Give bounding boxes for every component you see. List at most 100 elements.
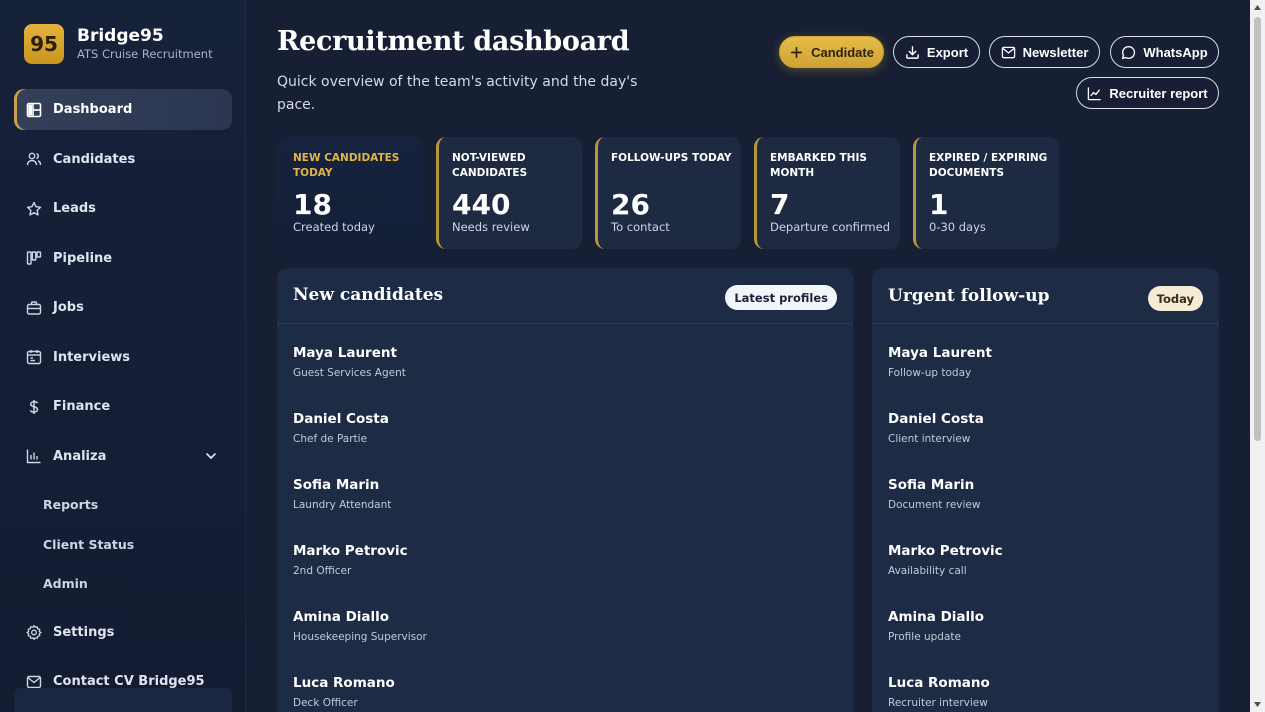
sidebar-item-label: Analiza <box>53 448 107 464</box>
stat-card-new-candidates[interactable]: New candidates today 18 Created today <box>277 137 423 249</box>
add-candidate-label: Candidate <box>811 44 874 60</box>
sidebar-subitem-client-status[interactable]: Client Status <box>14 525 232 565</box>
sidebar-item-label: Jobs <box>53 300 84 315</box>
followup-task: Document review <box>888 499 981 511</box>
stat-label: New candidates today <box>293 152 400 179</box>
sidebar-item-label: Settings <box>53 624 115 640</box>
stat-value: 1 <box>929 188 949 221</box>
candidate-row[interactable]: Luca Romano Deck Officer <box>293 674 395 710</box>
stat-value: 7 <box>770 188 790 221</box>
panel-title: Urgent follow-up <box>888 286 1050 306</box>
candidate-name: Sofia Marin <box>293 477 380 493</box>
new-candidates-panel: New candidates Latest profiles Maya Laur… <box>277 268 853 712</box>
sidebar-subitem-reports[interactable]: Reports <box>14 485 232 525</box>
whatsapp-label: WhatsApp <box>1143 44 1208 60</box>
followup-row[interactable]: Sofia Marin Document review <box>888 476 980 512</box>
latest-profiles-badge[interactable]: Latest profiles <box>725 285 837 310</box>
followup-name: Luca Romano <box>888 675 990 691</box>
line-chart-icon <box>1088 86 1101 100</box>
followup-task: Client interview <box>888 433 971 445</box>
mail-icon <box>1001 46 1015 58</box>
gear-icon <box>26 624 42 640</box>
followup-task: Profile update <box>888 631 961 643</box>
sidebar-item-settings[interactable]: Settings <box>14 612 232 653</box>
candidate-row[interactable]: Amina Diallo Housekeeping Supervisor <box>293 608 427 644</box>
sidebar-subitem-admin[interactable]: Admin <box>14 564 232 604</box>
sidebar-item-analiza[interactable]: Analiza <box>14 436 232 477</box>
candidate-role: 2nd Officer <box>293 565 352 577</box>
followup-task: Availability call <box>888 565 967 577</box>
scroll-up-arrow-icon[interactable] <box>1253 3 1262 12</box>
candidate-role: Guest Services Agent <box>293 367 406 379</box>
sidebar-item-label: Contact CV Bridge95 <box>53 674 205 689</box>
export-button[interactable]: Export <box>893 36 980 68</box>
sidebar-item-label: Finance <box>53 399 111 414</box>
whatsapp-button[interactable]: WhatsApp <box>1110 36 1219 68</box>
urgent-followup-panel: Urgent follow-up Today Maya Laurent Foll… <box>872 268 1219 712</box>
users-icon <box>26 151 42 167</box>
chat-bubble-icon <box>1122 45 1136 59</box>
dollar-icon <box>26 399 42 415</box>
candidate-row[interactable]: Marko Petrovic 2nd Officer <box>293 542 408 578</box>
followup-row[interactable]: Marko Petrovic Availability call <box>888 542 1003 578</box>
scroll-down-arrow-icon[interactable] <box>1253 700 1262 709</box>
candidate-role: Housekeeping Supervisor <box>293 631 427 643</box>
star-icon <box>26 201 42 217</box>
sidebar-item-candidates[interactable]: Candidates <box>14 139 232 180</box>
candidate-name: Marko Petrovic <box>293 543 408 559</box>
sidebar-nav: Dashboard Candidates Leads Pipeline Jobs <box>14 89 232 711</box>
stat-sub: Needs review <box>452 220 530 234</box>
stat-sub: Departure confirmed <box>770 220 891 234</box>
stat-label: Embarked this month <box>770 152 867 179</box>
stat-card-expired-documents[interactable]: Expired / expiring documents 1 0-30 days <box>913 137 1059 249</box>
sidebar-item-jobs[interactable]: Jobs <box>14 287 232 328</box>
sidebar-item-finance[interactable]: Finance <box>14 386 232 427</box>
today-badge[interactable]: Today <box>1147 286 1203 311</box>
sidebar-item-dashboard[interactable]: Dashboard <box>14 89 232 130</box>
dashboard-icon <box>26 102 42 118</box>
scroll-thumb[interactable] <box>1254 17 1261 441</box>
panel-header: New candidates Latest profiles <box>277 268 853 324</box>
page-subtitle: Quick overview of the team's activity an… <box>277 74 638 113</box>
calendar-icon <box>26 349 42 365</box>
candidate-row[interactable]: Sofia Marin Laundry Attendant <box>293 476 391 512</box>
sidebar-item-label: Pipeline <box>53 250 113 266</box>
panel-header: Urgent follow-up Today <box>872 268 1219 324</box>
brand[interactable]: 95 Bridge95 ATS Cruise Recruitment <box>24 24 213 64</box>
stat-card-embarked[interactable]: Embarked this month 7 Departure confirme… <box>754 137 900 249</box>
stat-card-not-viewed[interactable]: Not-viewed candidates 440 Needs review <box>436 137 582 249</box>
followup-row[interactable]: Daniel Costa Client interview <box>888 410 984 446</box>
sidebar-item-label: Candidates <box>53 151 136 167</box>
recruiter-report-button[interactable]: Recruiter report <box>1076 77 1219 109</box>
stat-card-follow-ups[interactable]: Follow-ups today 26 To contact <box>595 137 741 249</box>
followup-row[interactable]: Luca Romano Recruiter interview <box>888 674 990 710</box>
sidebar-item-leads[interactable]: Leads <box>14 188 232 229</box>
stat-label: Not-viewed candidates <box>452 152 528 179</box>
candidate-row[interactable]: Daniel Costa Chef de Partie <box>293 410 389 446</box>
sidebar-item-label: Leads <box>53 201 96 216</box>
candidate-row[interactable]: Maya Laurent Guest Services Agent <box>293 344 406 380</box>
bar-chart-icon <box>26 448 42 464</box>
panel-title: New candidates <box>293 285 444 305</box>
newsletter-button[interactable]: Newsletter <box>989 36 1100 68</box>
followup-row[interactable]: Maya Laurent Follow-up today <box>888 344 992 380</box>
sidebar: 95 Bridge95 ATS Cruise Recruitment Dashb… <box>0 0 246 712</box>
brand-logo: 95 <box>24 24 64 64</box>
candidate-role: Deck Officer <box>293 697 358 709</box>
plus-icon <box>791 46 803 58</box>
followup-name: Marko Petrovic <box>888 543 1003 559</box>
sidebar-footer <box>14 688 232 712</box>
candidate-role: Laundry Attendant <box>293 499 392 511</box>
add-candidate-button[interactable]: Candidate <box>779 36 884 68</box>
followup-row[interactable]: Amina Diallo Profile update <box>888 608 984 644</box>
sidebar-item-interviews[interactable]: Interviews <box>14 337 232 378</box>
export-label: Export <box>926 44 969 60</box>
stat-value: 18 <box>293 188 332 221</box>
page-scrollbar[interactable] <box>1250 0 1265 712</box>
sidebar-item-pipeline[interactable]: Pipeline <box>14 238 232 279</box>
stat-value: 26 <box>611 188 650 221</box>
chevron-down-icon[interactable] <box>204 449 218 463</box>
brand-subtitle: ATS Cruise Recruitment <box>77 47 213 61</box>
page-title: Recruitment dashboard <box>277 26 630 57</box>
brand-name: Bridge95 <box>77 26 164 46</box>
